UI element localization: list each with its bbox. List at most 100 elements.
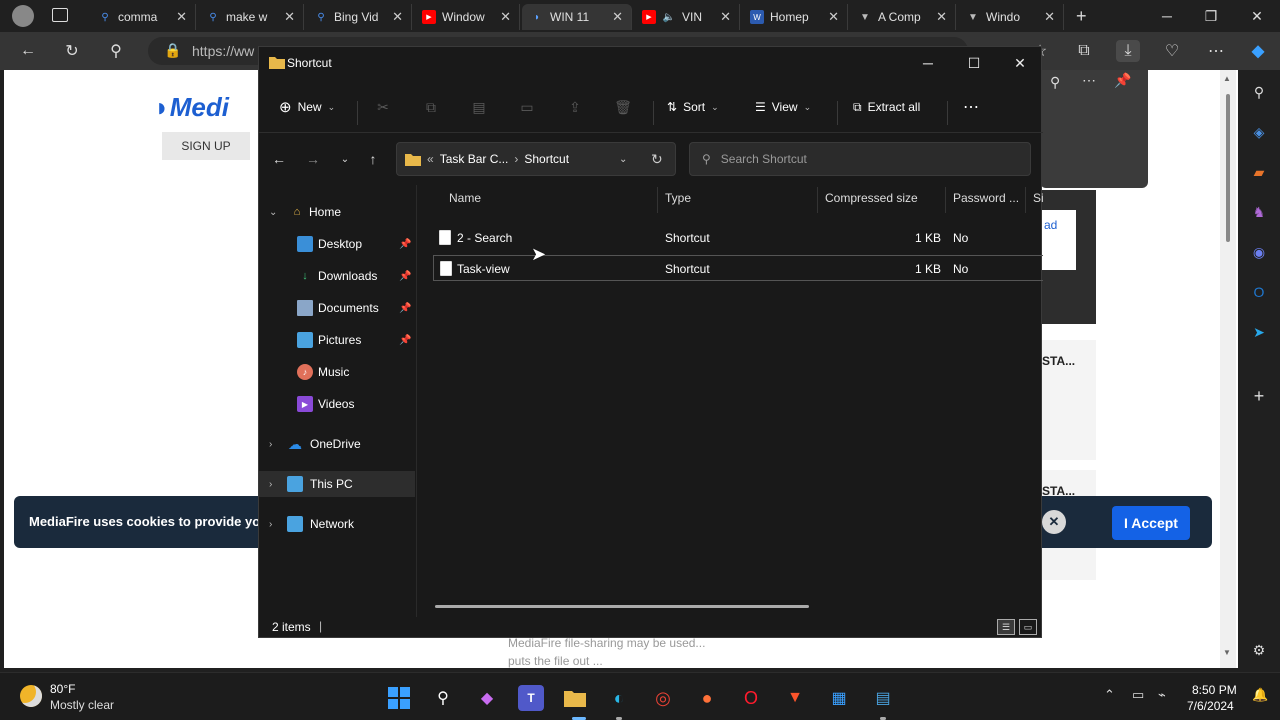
mediafire-logo[interactable]: ◗Medi — [154, 92, 229, 123]
minimize-icon[interactable]: ─ — [905, 47, 951, 79]
m365-icon[interactable]: ◉ — [1247, 240, 1271, 264]
column-header-size[interactable]: Si — [1033, 191, 1043, 209]
delete-icon[interactable]: 🗑 — [613, 97, 633, 117]
close-icon[interactable]: ✕ — [284, 9, 295, 25]
more-icon[interactable]: ⋯ — [1082, 72, 1096, 89]
horizontal-scrollbar[interactable] — [435, 605, 809, 608]
nav-item-videos[interactable]: ▶ Videos — [259, 391, 415, 417]
close-icon[interactable]: ✕ — [828, 9, 839, 25]
teams-icon[interactable]: T — [518, 685, 544, 711]
minimize-icon[interactable]: ─ — [1144, 0, 1190, 32]
close-icon[interactable]: ✕ — [1042, 510, 1066, 534]
downloads-icon[interactable]: ⤓ — [1116, 40, 1140, 62]
nav-item-downloads[interactable]: ↓ Downloads 📌 — [259, 263, 415, 289]
shopping-icon[interactable]: ◈ — [1247, 120, 1271, 144]
close-icon[interactable]: ✕ — [176, 9, 187, 25]
drop-icon[interactable]: ➤ — [1247, 320, 1271, 344]
collections-icon[interactable]: ⧉ — [1072, 40, 1096, 62]
pin-icon[interactable]: 📌 — [399, 271, 411, 282]
display-icon[interactable]: ▭ — [1132, 687, 1144, 703]
accept-button[interactable]: I Accept — [1112, 506, 1190, 540]
more-icon[interactable]: ⋯ — [1204, 40, 1228, 62]
games-icon[interactable]: ♞ — [1247, 200, 1271, 224]
close-icon[interactable]: ✕ — [997, 47, 1043, 79]
add-icon[interactable]: + — [1247, 384, 1271, 408]
search-icon[interactable]: ⚲ — [1247, 80, 1271, 104]
table-row[interactable]: 2 - Search Shortcut 1 KB No — [433, 225, 1043, 251]
tiles-view-icon[interactable]: ▭ — [1019, 619, 1037, 635]
divider[interactable] — [945, 187, 946, 213]
forward-icon[interactable]: → — [301, 149, 325, 169]
weather-moon-icon[interactable] — [20, 685, 42, 707]
back-icon[interactable]: ← — [267, 149, 291, 169]
cut-icon[interactable]: ✂ — [373, 97, 393, 117]
close-icon[interactable]: ✕ — [1044, 9, 1055, 25]
copy-icon[interactable]: ⧉ — [421, 97, 441, 117]
scroll-up-icon[interactable]: ▲ — [1223, 74, 1231, 83]
divider[interactable] — [1025, 187, 1026, 213]
weather-desc[interactable]: Mostly clear — [50, 698, 114, 712]
notepad-icon[interactable]: ▤ — [870, 685, 896, 711]
close-icon[interactable]: ✕ — [1234, 0, 1280, 32]
share-icon[interactable]: ⇪ — [565, 97, 585, 117]
tab-5-active[interactable]: ◗ WIN 11 ✕ — [522, 4, 632, 30]
nav-item-documents[interactable]: Documents 📌 — [259, 295, 415, 321]
refresh-icon[interactable]: ↻ — [60, 40, 84, 62]
pin-icon[interactable]: 📌 — [399, 303, 411, 314]
scroll-down-icon[interactable]: ▼ — [1223, 648, 1231, 657]
maximize-icon[interactable]: ☐ — [951, 47, 997, 79]
column-header-compressed-size[interactable]: Compressed size — [825, 191, 918, 209]
close-icon[interactable]: ✕ — [500, 9, 511, 25]
edge-icon[interactable]: ◐ — [606, 685, 632, 711]
restore-icon[interactable]: ❐ — [1188, 0, 1234, 32]
view-button[interactable]: ☰ View ⌄ — [755, 95, 811, 119]
page-scrollbar[interactable]: ▲ ▼ — [1220, 70, 1236, 668]
breadcrumb-parent[interactable]: Task Bar C... — [440, 152, 509, 166]
column-header-password[interactable]: Password ... — [953, 191, 1019, 209]
close-icon[interactable]: ✕ — [720, 9, 731, 25]
tab-7[interactable]: W Homep ✕ — [742, 4, 848, 30]
download-link[interactable]: ad — [1040, 210, 1076, 270]
chevron-up-icon[interactable]: ⌃ — [1104, 687, 1115, 703]
up-icon[interactable]: ↑ — [361, 149, 385, 169]
pin-icon[interactable]: 📌 — [399, 335, 411, 346]
nav-item-home[interactable]: ⌄ ⌂ Home — [259, 199, 415, 225]
recent-locations-icon[interactable]: ⌄ — [333, 149, 357, 169]
chevron-down-icon[interactable]: ⌄ — [619, 154, 627, 165]
breadcrumb-current[interactable]: Shortcut — [524, 152, 569, 166]
start-icon[interactable] — [386, 685, 412, 711]
divider[interactable] — [817, 187, 818, 213]
refresh-icon[interactable]: ↻ — [651, 151, 663, 168]
profile-avatar[interactable] — [12, 5, 34, 27]
new-button[interactable]: ⊕ New ⌄ — [279, 95, 335, 119]
column-header-name[interactable]: Name — [449, 191, 481, 209]
clock-time[interactable]: 8:50 PM — [1192, 683, 1237, 697]
speaker-icon[interactable]: 🔈 — [662, 10, 676, 24]
tab-2[interactable]: ⚲ make w ✕ — [198, 4, 304, 30]
brave-icon[interactable]: ▼ — [782, 685, 808, 711]
settings-icon[interactable]: ⚙ — [1247, 638, 1271, 662]
breadcrumb[interactable]: « Task Bar C... › Shortcut ⌄ ↻ — [396, 142, 676, 176]
search-icon[interactable]: ⚲ — [104, 40, 128, 62]
breadcrumb-overflow[interactable]: « — [427, 152, 434, 166]
file-explorer-icon[interactable] — [562, 685, 588, 711]
network-icon[interactable]: ⌁ — [1158, 687, 1166, 703]
tab-actions-icon[interactable] — [52, 8, 68, 22]
clock-date[interactable]: 7/6/2024 — [1187, 699, 1234, 713]
divider[interactable] — [657, 187, 658, 213]
opera-icon[interactable]: O — [738, 685, 764, 711]
details-view-icon[interactable]: ☰ — [997, 619, 1015, 635]
see-more-icon[interactable]: ⋯ — [963, 95, 979, 119]
close-icon[interactable]: ✕ — [392, 9, 403, 25]
tab-9[interactable]: ▼ Windo ✕ — [958, 4, 1064, 30]
nav-item-this-pc[interactable]: › This PC — [259, 471, 415, 497]
table-row[interactable]: Task-view Shortcut 1 KB No — [433, 255, 1043, 281]
back-icon[interactable]: ← — [16, 40, 40, 62]
tab-8[interactable]: ▼ A Comp ✕ — [850, 4, 956, 30]
pin-icon[interactable]: 📌 — [1114, 72, 1131, 89]
sort-button[interactable]: ⇅ Sort ⌄ — [667, 95, 719, 119]
close-icon[interactable]: ✕ — [936, 9, 947, 25]
rename-icon[interactable]: ▭ — [517, 97, 537, 117]
chrome-icon[interactable]: ◎ — [650, 685, 676, 711]
close-icon[interactable]: ✕ — [612, 9, 623, 25]
